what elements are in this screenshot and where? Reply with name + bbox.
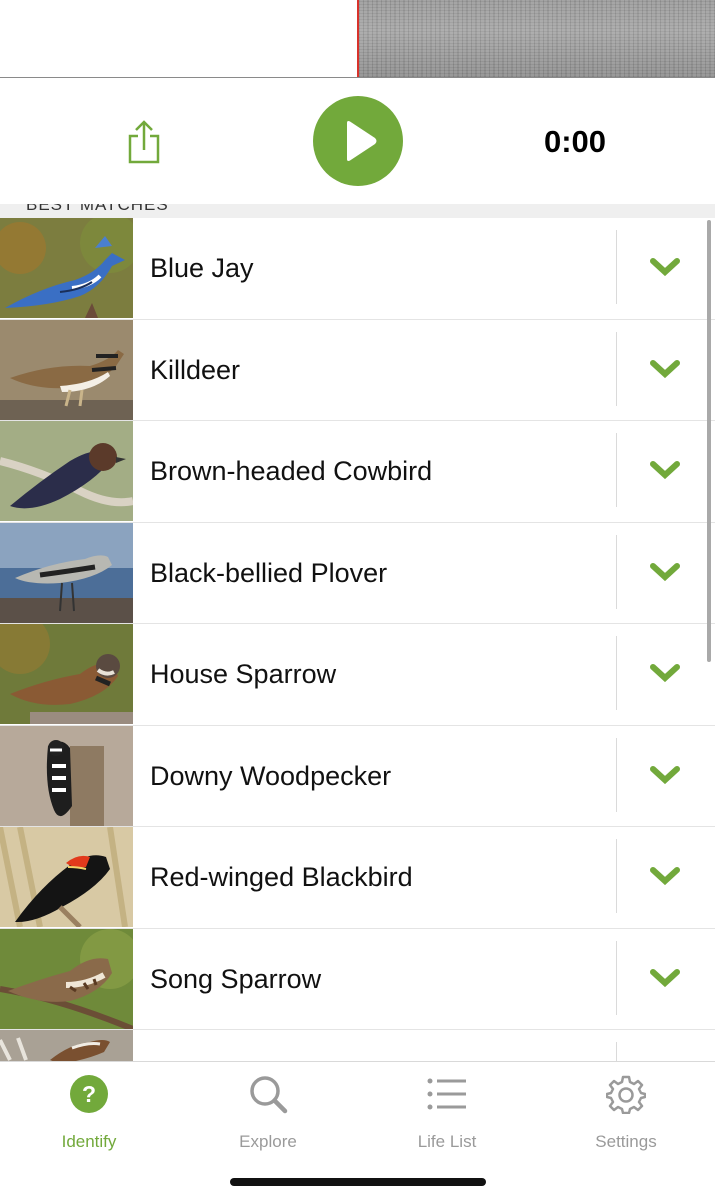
expand-button[interactable]: [616, 929, 715, 1029]
expand-button[interactable]: [616, 523, 715, 623]
match-row[interactable]: Black-bellied Plover: [0, 522, 715, 624]
bird-photo: [0, 1030, 133, 1061]
tab-identify[interactable]: ? Identify: [0, 1072, 178, 1152]
svg-text:?: ?: [82, 1081, 96, 1107]
chevron-down-icon: [650, 968, 680, 987]
chevron-down-icon: [650, 359, 680, 378]
bird-photo: [0, 725, 133, 826]
tab-label: Life List: [417, 1132, 477, 1151]
spectrogram-unplayed: [0, 0, 358, 77]
bird-name: Black-bellied Plover: [150, 557, 388, 588]
match-row[interactable]: Killdeer: [0, 319, 715, 421]
expand-button[interactable]: [616, 218, 715, 318]
match-row[interactable]: Downy Woodpecker: [0, 725, 715, 827]
expand-button[interactable]: [616, 827, 715, 927]
bird-photo: [0, 319, 133, 420]
chevron-down-icon: [650, 765, 680, 784]
match-row[interactable]: Red-winged Blackbird: [0, 827, 715, 929]
section-header: BEST MATCHES: [0, 204, 715, 218]
bird-name: Downy Woodpecker: [150, 760, 392, 791]
expand-button[interactable]: [616, 421, 715, 521]
spectrogram[interactable]: [0, 0, 715, 78]
chevron-down-icon: [650, 258, 680, 277]
match-row[interactable]: Song Sparrow: [0, 928, 715, 1030]
playback-time: 0:00: [543, 124, 607, 159]
expand-button[interactable]: [616, 726, 715, 826]
chevron-down-icon: [650, 867, 680, 886]
player-controls: 0:00: [0, 78, 715, 204]
tab-explore[interactable]: Explore: [179, 1072, 357, 1152]
tab-settings[interactable]: Settings: [537, 1072, 715, 1152]
play-icon: [347, 121, 377, 161]
chevron-down-icon: [650, 562, 680, 581]
match-row[interactable]: Blue Jay: [0, 218, 715, 320]
match-row[interactable]: Brown-headed Cowbird: [0, 421, 715, 523]
bird-photo: [0, 421, 133, 521]
share-icon: [128, 120, 160, 164]
question-circle-icon: ?: [69, 1074, 109, 1114]
tab-label: Settings: [595, 1132, 657, 1151]
bird-name: House Sparrow: [150, 659, 337, 689]
bird-name: Killdeer: [150, 354, 241, 385]
bird-photo: [0, 624, 133, 724]
list-icon: [427, 1074, 467, 1114]
tab-label: Explore: [239, 1132, 297, 1151]
share-button[interactable]: [124, 120, 164, 164]
chevron-down-icon: [650, 461, 680, 480]
tab-label: Identify: [61, 1132, 117, 1151]
match-row[interactable]: [0, 1030, 715, 1061]
list-scrollbar[interactable]: [707, 220, 711, 662]
match-row[interactable]: House Sparrow: [0, 624, 715, 726]
matches-list[interactable]: Blue Jay Killdeer Brown-headed Cowbird B…: [0, 218, 715, 1061]
bird-photo: [0, 827, 133, 927]
bird-photo: [0, 928, 133, 1029]
bird-name: Song Sparrow: [150, 963, 322, 994]
search-icon: [248, 1074, 288, 1114]
playhead-cursor[interactable]: [357, 0, 359, 77]
play-button[interactable]: [313, 96, 403, 186]
home-indicator[interactable]: [230, 1178, 486, 1186]
bird-name: Red-winged Blackbird: [150, 862, 413, 892]
chevron-down-icon: [650, 664, 680, 683]
bird-name: Blue Jay: [150, 253, 254, 283]
spectrogram-signal: [358, 0, 715, 77]
expand-button[interactable]: [616, 320, 715, 420]
bird-name: Brown-headed Cowbird: [150, 456, 433, 486]
row-divider: [616, 1042, 617, 1061]
gear-icon: [605, 1074, 647, 1115]
bird-photo: [0, 522, 133, 623]
tab-life-list[interactable]: Life List: [358, 1072, 536, 1152]
section-title: BEST MATCHES: [26, 204, 169, 214]
bird-photo: [0, 218, 133, 318]
expand-button[interactable]: [616, 624, 715, 724]
